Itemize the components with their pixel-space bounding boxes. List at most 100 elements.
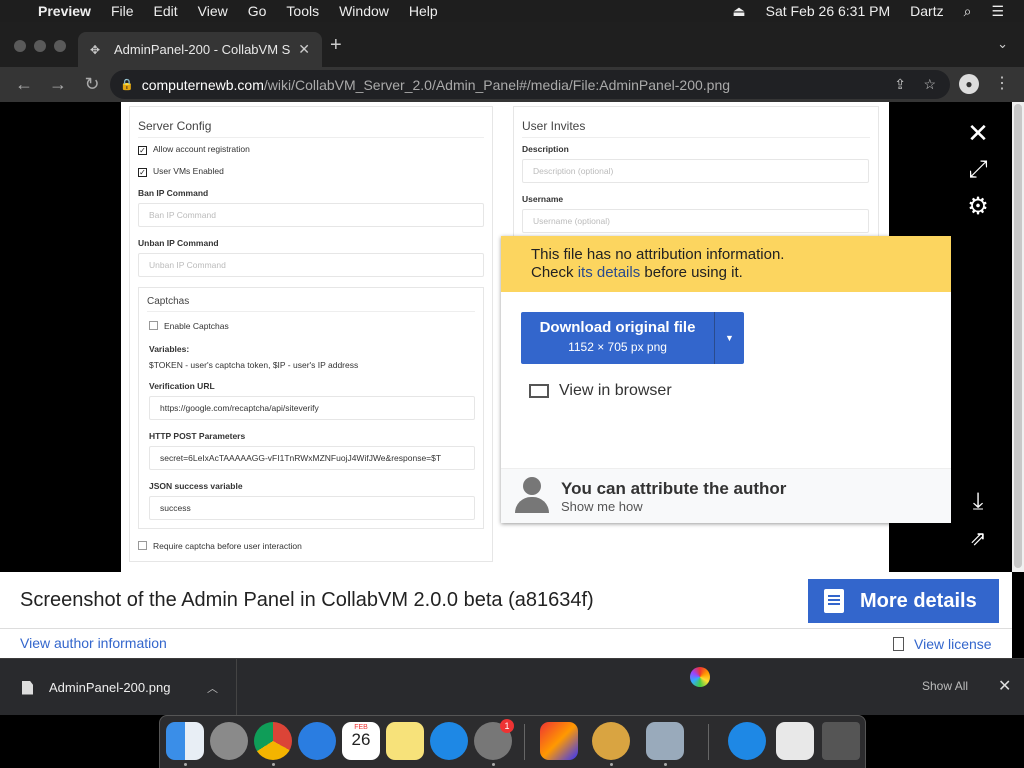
running-indicator [184,763,187,766]
menu-clock[interactable]: Sat Feb 26 6:31 PM [766,3,891,19]
fullscreen-icon[interactable]: ⤢ [963,156,993,184]
image-description: Screenshot of the Admin Panel in CollabV… [20,589,594,611]
file-icon [22,680,33,695]
safari-icon[interactable] [298,722,336,760]
minimize-window-button[interactable] [34,40,46,52]
menu-go[interactable]: Go [248,3,267,19]
bookmark-star-icon[interactable]: ☆ [923,76,936,93]
captchas-title: Captchas [147,288,475,312]
menu-user[interactable]: Dartz [910,3,943,19]
variables-label: Variables: [149,344,190,354]
user-vms-row: ✓ User VMs Enabled [138,166,224,177]
ban-ip-field: Ban IP Command [138,203,484,227]
app-store-icon[interactable] [430,722,468,760]
browser-tab[interactable]: ✥ AdminPanel-200 - CollabVM S ✕ [78,32,322,67]
view-in-browser-label: View in browser [559,382,672,399]
verification-url-field: https://google.com/recaptcha/api/sitever… [149,396,475,420]
back-arrow-icon[interactable]: ← [14,74,34,95]
preview-icon[interactable] [646,722,684,760]
more-details-button[interactable]: More details [808,579,999,623]
intellij-icon[interactable] [540,722,578,760]
menu-app-name[interactable]: Preview [38,3,91,19]
downloads-stack-icon[interactable] [776,722,814,760]
share-icon[interactable]: ⇪ [894,76,906,93]
close-window-button[interactable] [14,40,26,52]
user-invites-title: User Invites [522,107,870,138]
calendar-day: 26 [351,730,371,749]
address-bar[interactable]: 🔒 computernewb.com/wiki/CollabVM_Server_… [110,70,950,99]
view-author-link[interactable]: View author information [20,635,167,651]
launchpad-icon[interactable] [210,722,248,760]
download-icon[interactable]: ⤓ [963,488,993,516]
license-icon [893,637,904,651]
description-field: Description (optional) [522,159,869,183]
page-scrollbar[interactable] [1012,102,1024,572]
browser-toolbar: ← → ↻ 🔒 computernewb.com/wiki/CollabVM_S… [0,67,1024,102]
chevron-up-icon[interactable]: ︿ [207,680,218,696]
menu-file[interactable]: File [111,3,134,19]
more-details-label: More details [860,589,977,612]
attribution-section[interactable]: You can attribute the author Show me how [501,468,951,523]
eject-icon[interactable]: ⏏ [732,3,745,20]
username-label: Username [522,194,564,204]
url-host: computernewb.com [141,76,264,93]
require-captcha-row: Require captcha before user interaction [138,541,302,551]
download-original-main[interactable]: Download original file 1152 × 705 px png [521,312,714,364]
new-tab-icon[interactable]: + [330,34,342,57]
maximize-window-button[interactable] [54,40,66,52]
view-license-link[interactable]: View license [893,636,992,652]
app-store-folder-icon[interactable] [728,722,766,760]
username-field: Username (optional) [522,209,869,233]
chrome-menu-icon[interactable]: ⋮ [994,73,1010,93]
download-original-button[interactable]: Download original file 1152 × 705 px png… [521,312,744,364]
reload-icon[interactable]: ↻ [82,74,102,95]
menu-tools[interactable]: Tools [286,3,319,19]
profile-avatar-icon[interactable]: ● [959,74,979,94]
tab-search-chevron-icon[interactable]: ⌄ [997,36,1008,52]
close-viewer-icon[interactable]: ✕ [963,118,993,149]
show-me-how-link[interactable]: Show me how [561,499,643,514]
captchas-panel: Captchas Enable Captchas Variables: $TOK… [138,287,484,529]
running-indicator [610,763,613,766]
menu-window[interactable]: Window [339,3,389,19]
allow-registration-label: Allow account registration [153,144,250,154]
server-config-title: Server Config [138,107,484,138]
calendar-icon[interactable]: FEB 26 [342,722,380,760]
ban-ip-label: Ban IP Command [138,188,209,198]
control-center-icon[interactable]: ☰ [991,3,1004,20]
tab-title: AdminPanel-200 - CollabVM S [114,42,291,57]
require-captcha-label: Require captcha before user interaction [153,541,302,551]
view-in-browser-link[interactable]: View in browser [529,382,672,400]
details-link[interactable]: its details [578,264,641,281]
close-tab-icon[interactable]: ✕ [298,41,310,58]
allow-registration-row: ✓ Allow account registration [138,144,250,155]
share-icon[interactable]: ⇗ [963,526,993,551]
post-params-field: secret=6LeIxAcTAAAAAGG-vFI1TnRWxMZNFuojJ… [149,446,475,470]
menu-bar: Preview File Edit View Go Tools Window H… [0,0,1024,22]
notes-icon[interactable] [386,722,424,760]
trash-icon[interactable] [822,722,860,760]
menu-view[interactable]: View [198,3,228,19]
download-size: 1152 × 705 px png [568,340,667,354]
dock-separator [524,724,525,760]
download-options-caret-icon[interactable]: ▼ [714,312,744,364]
running-indicator [492,763,495,766]
lock-icon[interactable]: 🔒 [120,78,134,91]
keychain-access-icon[interactable] [592,722,630,760]
scrollbar-thumb[interactable] [1014,104,1022,568]
chrome-icon[interactable] [254,722,292,760]
finder-icon[interactable] [166,722,204,760]
image-icon [529,384,549,398]
view-license-label: View license [914,636,992,652]
download-item[interactable]: AdminPanel-200.png ︿ [0,659,237,716]
document-icon [824,589,844,613]
close-downloads-icon[interactable]: ✕ [998,676,1011,696]
color-wheel-cursor-icon [690,667,710,687]
show-all-button[interactable]: Show All [922,679,968,693]
menu-help[interactable]: Help [409,3,438,19]
checkbox-unchecked-icon [149,321,158,330]
menu-edit[interactable]: Edit [154,3,178,19]
forward-arrow-icon[interactable]: → [48,74,68,95]
settings-gear-icon[interactable]: ⚙ [963,192,993,221]
spotlight-search-icon[interactable]: ⌕ [964,3,972,20]
